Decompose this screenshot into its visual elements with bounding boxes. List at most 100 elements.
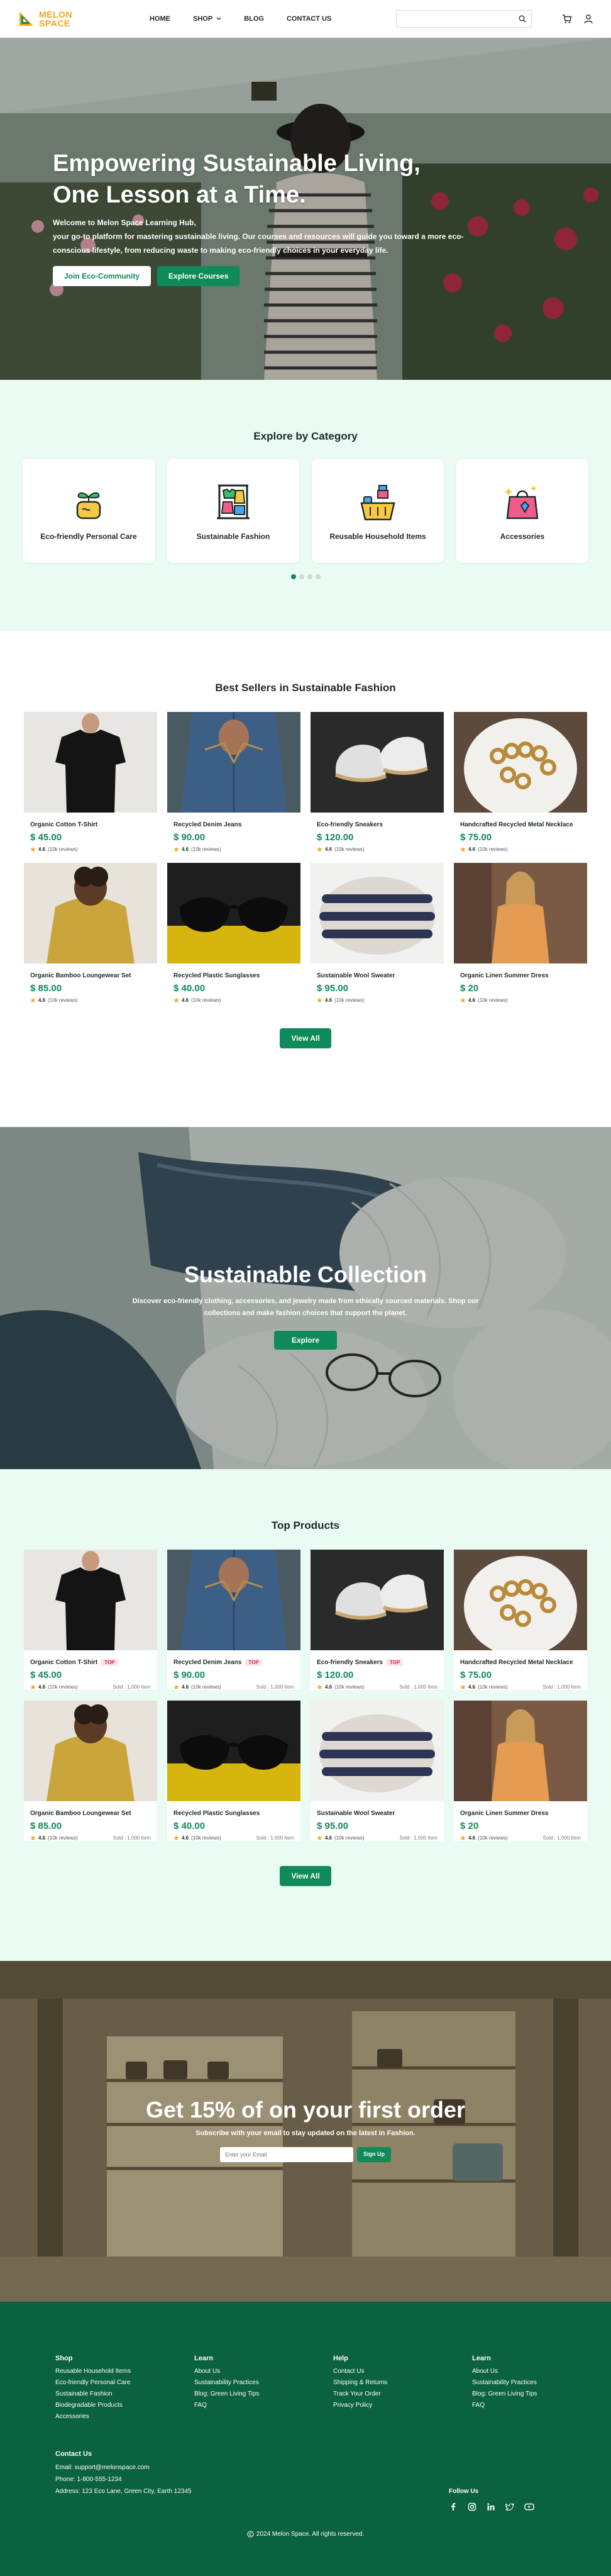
footer-link[interactable]: Track Your Order [333, 2389, 472, 2400]
cart-icon[interactable] [562, 14, 572, 24]
footer-link[interactable]: FAQ [472, 2400, 611, 2411]
product-card[interactable]: Organic Linen Summer Dress $ 20 4.6 (10k … [454, 1701, 587, 1841]
footer-link[interactable]: Sustainability Practices [472, 2377, 611, 2389]
footer-link[interactable]: Biodegradable Products [55, 2400, 194, 2411]
category-card-accessories[interactable]: Accessories [456, 459, 588, 563]
product-image[interactable] [167, 863, 300, 963]
product-image[interactable] [24, 863, 157, 963]
twitter-icon[interactable] [505, 2502, 514, 2511]
view-all-button[interactable]: View All [280, 1028, 331, 1048]
product-image[interactable] [311, 1701, 444, 1801]
product-card[interactable]: Organic Bamboo Loungewear Set $ 85.00 4.… [24, 1701, 157, 1841]
product-name: Recycled Plastic Sunglasses [173, 1810, 300, 1817]
subscribe-subtitle: Subscribe with your email to stay update… [195, 2129, 416, 2137]
footer-column-title: Learn [472, 2355, 491, 2362]
product-card[interactable]: Handcrafted Recycled Metal Necklace $ 75… [454, 1550, 587, 1690]
product-image[interactable] [454, 1550, 587, 1650]
product-image[interactable] [167, 1550, 300, 1650]
footer-link[interactable]: Privacy Policy [333, 2400, 472, 2411]
product-card[interactable]: Handcrafted Recycled Metal Necklace $ 75… [454, 712, 587, 852]
instagram-icon[interactable] [468, 2502, 476, 2511]
footer-link[interactable]: Blog: Green Living Tips [194, 2389, 333, 2400]
review-count: (10k reviews) [334, 847, 365, 852]
category-card-household[interactable]: Reusable Household Items [312, 459, 444, 563]
product-card[interactable]: Organic Cotton T-Shirt $ 45.00 4.6 (10k r… [24, 712, 157, 852]
review-count: (10k reviews) [48, 1684, 78, 1690]
footer-link[interactable]: About Us [472, 2366, 611, 2377]
explore-courses-button[interactable]: Explore Courses [157, 266, 240, 286]
email-field[interactable] [220, 2147, 353, 2162]
footer-link[interactable]: Sustainable Fashion [55, 2389, 194, 2400]
product-card[interactable]: Sustainable Wool Sweater $ 95.00 4.6 (10k… [311, 1701, 444, 1841]
footer-link[interactable]: Blog: Green Living Tips [472, 2389, 611, 2400]
facebook-icon[interactable] [449, 2502, 458, 2511]
product-rating: 4.6 (10k reviews) Sold : 1,000 Item [173, 1684, 300, 1690]
contact-phone[interactable]: Phone: 1-800-555-1234 [55, 2473, 611, 2485]
nav-home[interactable]: HOME [150, 15, 170, 23]
product-card[interactable]: Sustainable Wool Sweater $ 95.00 4.6 (10k… [311, 863, 444, 1003]
product-card[interactable]: Recycled Denim Jeans $ 90.00 4.6 (10k rev… [167, 712, 300, 852]
product-card[interactable]: Organic Linen Summer Dress $ 20 4.6 (10k … [454, 863, 587, 1003]
category-card-personal-care[interactable]: Eco-friendly Personal Care [23, 459, 155, 563]
sold-count: Sold : 1,000 Item [256, 1684, 294, 1690]
site-header: MELON SPACE HOME SHOP BLOG CONTACT US [0, 0, 611, 38]
nav-shop[interactable]: SHOP [193, 15, 221, 23]
review-count: (10k reviews) [48, 1835, 78, 1841]
category-label: Eco-friendly Personal Care [40, 531, 137, 541]
product-image[interactable] [311, 863, 444, 963]
product-image[interactable] [454, 1701, 587, 1801]
top-products-section: Top Products Organic Cotton T-Shirt TOP $… [0, 1469, 611, 1961]
product-image[interactable] [311, 712, 444, 813]
product-image[interactable] [167, 1701, 300, 1801]
product-card[interactable]: Eco-friendly Sneakers TOP $ 120.00 4.6 (10… [311, 1550, 444, 1690]
youtube-icon[interactable] [524, 2502, 534, 2511]
category-card-fashion[interactable]: Sustainable Fashion [167, 459, 299, 563]
review-count: (10k reviews) [478, 1835, 508, 1841]
product-image[interactable] [311, 1550, 444, 1650]
sold-count: Sold : 1,000 Item [113, 1835, 151, 1841]
product-name-text: Organic Linen Summer Dress [460, 972, 549, 979]
join-community-button[interactable]: Join Eco-Community [53, 266, 151, 286]
logo[interactable]: MELON SPACE [18, 10, 131, 28]
footer-link[interactable]: Accessories [55, 2411, 194, 2423]
product-card[interactable]: Recycled Denim Jeans TOP $ 90.00 4.6 (10k … [167, 1550, 300, 1690]
sold-count: Sold : 1,000 Item [113, 1684, 151, 1690]
product-card[interactable]: Recycled Plastic Sunglasses $ 40.00 4.6(… [167, 863, 300, 1003]
footer-link[interactable]: Reusable Household Items [55, 2366, 194, 2377]
product-card[interactable]: Recycled Plastic Sunglasses $ 40.00 4.6(… [167, 1701, 300, 1841]
footer-columns: Shop Reusable Household Items Eco-friendly… [55, 2355, 611, 2423]
product-name-text: Recycled Plastic Sunglasses [173, 972, 260, 979]
footer-link[interactable]: Contact Us [333, 2366, 472, 2377]
footer-column: Help Contact Us Shipping & Returns Track Yo… [333, 2355, 472, 2423]
product-image[interactable] [24, 1550, 157, 1650]
footer-link[interactable]: About Us [194, 2366, 333, 2377]
nav-blog[interactable]: BLOG [244, 15, 264, 23]
rating-value: 4.6 [182, 847, 189, 852]
search-input[interactable] [396, 10, 532, 28]
user-icon[interactable] [583, 14, 593, 24]
footer-link[interactable]: Shipping & Returns [333, 2377, 472, 2389]
footer-link[interactable]: FAQ [194, 2400, 333, 2411]
sign-up-button[interactable]: Sign Up [357, 2147, 391, 2162]
contact-email[interactable]: Email: support@melonspace.com [55, 2462, 611, 2473]
product-image[interactable] [454, 863, 587, 963]
review-count: (10k reviews) [48, 847, 78, 852]
explore-button[interactable]: Explore [273, 1331, 337, 1350]
product-image[interactable] [24, 1701, 157, 1801]
product-card[interactable]: Eco-friendly Sneakers $ 120.00 4.6 (10k r… [311, 712, 444, 852]
product-card[interactable]: Organic Cotton T-Shirt TOP $ 45.00 4.6 (10… [24, 1550, 157, 1690]
product-image[interactable] [167, 712, 300, 813]
product-card[interactable]: Organic Bamboo Loungewear Set $ 85.00 4.… [24, 863, 157, 1003]
footer-link[interactable]: Sustainability Practices [194, 2377, 333, 2389]
linkedin-icon[interactable] [487, 2502, 495, 2511]
nav-contact[interactable]: CONTACT US [287, 15, 331, 23]
product-image[interactable] [454, 712, 587, 813]
view-all-button[interactable]: View All [280, 1866, 331, 1886]
search-icon[interactable] [519, 15, 526, 23]
product-price: $ 75.00 [460, 1670, 492, 1680]
product-image[interactable] [24, 712, 157, 813]
carousel-dots[interactable] [0, 574, 611, 579]
footer-link[interactable]: Eco-friendly Personal Care [55, 2377, 194, 2389]
star-icon [173, 1835, 179, 1841]
product-rating: 4.6 (10k reviews) Sold : 1,000 Item [173, 1835, 300, 1841]
